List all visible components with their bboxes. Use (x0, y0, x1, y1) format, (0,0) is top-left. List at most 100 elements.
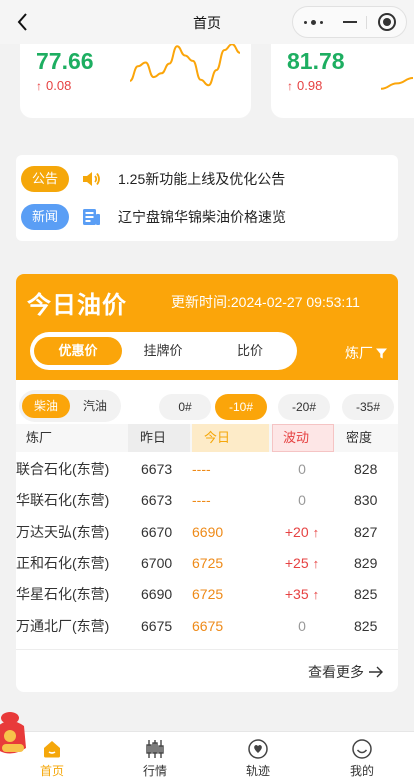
refinery-name: 华星石化(东营) (16, 586, 110, 602)
yesterday-price: 6690 (141, 586, 173, 602)
column-density: 密度 (338, 424, 398, 452)
tab-label: 首页 (39, 764, 64, 778)
price-card[interactable]: 77.66 ↑ 0.08 (20, 38, 251, 118)
grade-minus-20[interactable]: -20# (278, 394, 330, 420)
filter-icon (376, 348, 387, 359)
grade-minus-10[interactable]: -10# (215, 394, 267, 420)
today-price: 6725 (192, 555, 224, 571)
more-dots-icon (311, 20, 316, 25)
oil-price-title: 今日油价 (27, 292, 127, 319)
price-change: 0 (298, 618, 306, 634)
track-icon (248, 739, 268, 759)
refinery-name: 联合石化(东营) (16, 461, 110, 477)
price-type-tabs: 优惠价 挂牌价 比价 (30, 332, 297, 370)
tab-label: 我的 (349, 764, 374, 778)
price-change-value: 0.08 (46, 78, 72, 93)
refinery-name: 万达天弘(东营) (16, 524, 110, 540)
up-arrow-icon: ↑ (312, 525, 320, 540)
news-tag: 新闻 (21, 204, 69, 230)
tab-home[interactable]: 首页 (22, 732, 82, 780)
notice-item-announcement[interactable]: 公告 1.25新功能上线及优化公告 (21, 166, 393, 192)
close-program-button[interactable] (370, 10, 406, 34)
update-time: 更新时间:2024-02-27 09:53:11 (171, 294, 360, 310)
mini-program-capsule (292, 6, 407, 38)
table-row[interactable]: 万通北厂(东营) 6675 6675 0 825 (16, 611, 398, 642)
price-change-value: +35 (284, 586, 309, 602)
oil-price-header: 今日油价 更新时间:2024-02-27 09:53:11 优惠价 挂牌价 比价… (16, 274, 398, 380)
sparkline-path (380, 77, 414, 90)
tab-compare-price[interactable]: 比价 (206, 337, 294, 365)
fuel-diesel[interactable]: 柴油 (22, 394, 70, 418)
table-row[interactable]: 正和石化(东营) 6700 6725 +25 ↑ 829 (16, 548, 398, 579)
fuel-type-toggle: 柴油 汽油 (19, 390, 121, 422)
yesterday-price: 6700 (141, 555, 173, 571)
table-header: 炼厂 昨日 今日 波动 密度 (16, 424, 398, 452)
column-yesterday: 昨日 (128, 424, 190, 452)
today-price: 6690 (192, 524, 224, 540)
floating-red-packet-icon[interactable] (0, 708, 30, 760)
tab-discount-price[interactable]: 优惠价 (34, 337, 122, 365)
up-arrow-icon: ↑ (287, 79, 293, 93)
density: 828 (354, 461, 378, 477)
speaker-icon (83, 172, 100, 186)
table-row[interactable]: 万达天弘(东营) 6670 6690 +20 ↑ 827 (16, 517, 398, 548)
more-dots-icon (304, 21, 307, 24)
trend-sparkline (129, 43, 241, 87)
up-arrow-icon: ↑ (312, 556, 320, 571)
refinery-name: 华联石化(东营) (16, 492, 110, 508)
target-icon (378, 13, 396, 31)
notice-text: 辽宁盘锦华锦柴油价格速览 (118, 209, 286, 225)
column-today-label: 今日 (204, 430, 231, 445)
tab-mine[interactable]: 我的 (332, 732, 392, 780)
price-change: +35 ↑ (272, 579, 332, 610)
table-row[interactable]: 华联石化(东营) 6673 ---- 0 830 (16, 485, 398, 516)
price-value: 77.66 (36, 48, 94, 74)
profile-icon (352, 739, 372, 759)
column-refinery: 炼厂 (26, 430, 53, 445)
home-icon (44, 741, 60, 758)
grade-0[interactable]: 0# (159, 394, 211, 420)
density: 829 (354, 555, 378, 571)
price-value: 81.78 (287, 48, 345, 74)
price-change: +25 ↑ (272, 548, 332, 579)
tab-market[interactable]: 行情 (125, 732, 185, 780)
fuel-gasoline[interactable]: 汽油 (71, 394, 119, 418)
density: 825 (354, 618, 378, 634)
table-row[interactable]: 联合石化(东营) 6673 ---- 0 828 (16, 454, 398, 485)
grade-minus-35[interactable]: -35# (342, 394, 394, 420)
density: 827 (354, 524, 378, 540)
refinery-name: 万通北厂(东营) (16, 618, 110, 634)
price-card[interactable]: 81.78 ↑ 0.98 (271, 38, 414, 118)
price-change-value: +25 (284, 555, 309, 571)
up-arrow-icon: ↑ (36, 79, 42, 93)
table-row[interactable]: 华星石化(东营) 6690 6725 +35 ↑ 825 (16, 579, 398, 610)
price-change-value: 0.98 (297, 78, 323, 93)
more-menu-button[interactable] (293, 7, 337, 37)
today-price: 6725 (192, 586, 224, 602)
refinery-filter-button[interactable]: 炼厂 (345, 343, 388, 363)
see-more-link[interactable]: 查看更多 (308, 662, 384, 682)
yesterday-price: 6675 (141, 618, 173, 634)
yesterday-price: 6670 (141, 524, 173, 540)
minimize-button[interactable] (337, 7, 363, 37)
right-arrow-icon (368, 666, 383, 678)
column-density-label: 密度 (346, 430, 373, 445)
news-icon (83, 209, 100, 225)
sparkline-path (129, 43, 241, 87)
candlestick-icon (146, 740, 164, 758)
tab-listed-price[interactable]: 挂牌价 (119, 337, 207, 365)
see-more-label: 查看更多 (308, 664, 364, 680)
notice-item-news[interactable]: 新闻 辽宁盘锦华锦柴油价格速览 (21, 204, 393, 230)
column-today: 今日 (192, 424, 269, 452)
capsule-divider (366, 16, 367, 29)
today-price: 6675 (192, 618, 224, 634)
tab-track[interactable]: 轨迹 (228, 732, 288, 780)
navigation-bar: 首页 (0, 0, 414, 44)
refinery-filter-label: 炼厂 (345, 345, 373, 361)
announcement-tag: 公告 (21, 166, 69, 192)
refinery-name: 正和石化(东营) (16, 555, 110, 571)
column-change: 波动 (272, 424, 334, 452)
up-arrow-icon: ↑ (312, 587, 320, 602)
more-dots-icon (320, 21, 323, 24)
today-price: ---- (192, 461, 211, 477)
